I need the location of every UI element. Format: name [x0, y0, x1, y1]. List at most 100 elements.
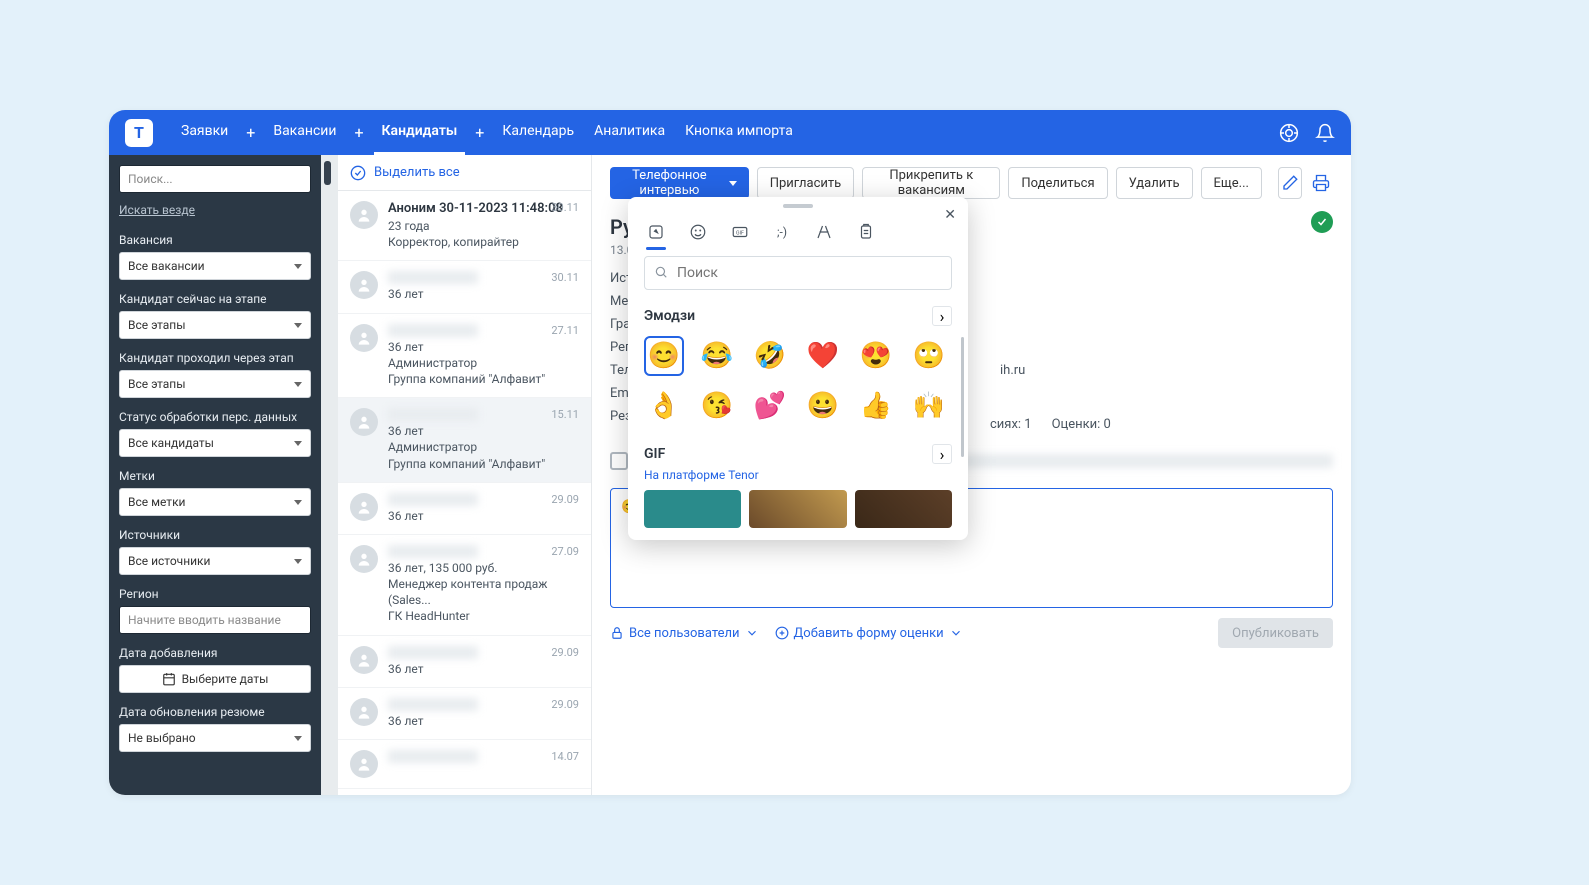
filter-label: Источники	[119, 528, 311, 542]
candidate-item[interactable]: 36 лет, 135 000 руб. Менеджер контента п…	[338, 535, 591, 636]
region-label: Регион	[119, 587, 311, 601]
emoji-item[interactable]: 😊	[644, 336, 684, 376]
expand-gif-icon[interactable]: ›	[932, 444, 952, 464]
emoji-scrollbar[interactable]	[961, 337, 964, 457]
candidate-name: Аноним 30-11-2023 11:48:08	[388, 201, 579, 216]
nav-candidates[interactable]: Кандидаты	[374, 110, 466, 155]
candidate-date: 29.09	[551, 698, 579, 711]
candidate-list-column: Выделить все Аноним 30-11-2023 11:48:08 …	[338, 155, 592, 795]
stage-dropdown[interactable]: Телефонное интервью	[610, 167, 749, 199]
tab-kaomoji-icon[interactable]: ;-)	[772, 222, 792, 242]
filter-label: Метки	[119, 469, 311, 483]
gif-thumbnail[interactable]	[644, 490, 741, 528]
stage-now-filter[interactable]: Все этапы	[119, 311, 311, 339]
drag-handle[interactable]	[783, 204, 813, 208]
emoji-search-input[interactable]	[644, 256, 952, 290]
candidate-item[interactable]: 36 лет Администратор Группа компаний "Ал…	[338, 398, 591, 483]
candidate-date: 30.11	[551, 271, 579, 284]
invite-button[interactable]: Пригласить	[757, 167, 855, 199]
candidate-sub: ГК HeadHunter	[388, 608, 579, 624]
gif-thumbnail[interactable]	[855, 490, 952, 528]
avatar	[350, 545, 378, 573]
emoji-item[interactable]: 💕	[750, 386, 790, 426]
nav-analytics[interactable]: Аналитика	[586, 110, 673, 155]
tenor-link[interactable]: На платформе Tenor	[628, 464, 968, 490]
visibility-button[interactable]: Все пользователи	[610, 626, 759, 641]
candidate-sub: 23 года	[388, 218, 579, 234]
vacancies-count: сиях: 1	[990, 417, 1032, 432]
search-everywhere-link[interactable]: Искать везде	[119, 203, 311, 217]
tab-recent-icon[interactable]	[646, 222, 666, 242]
candidate-sub: Группа компаний "Алфавит"	[388, 371, 579, 387]
candidate-sub: 36 лет, 135 000 руб.	[388, 560, 579, 576]
emoji-item[interactable]: 😍	[856, 336, 896, 376]
emoji-item[interactable]: 🙄	[909, 336, 949, 376]
share-button[interactable]: Поделиться	[1008, 167, 1107, 199]
candidate-detail: Телефонное интервью Пригласить Прикрепит…	[592, 155, 1351, 795]
filter-label: Кандидат сейчас на этапе	[119, 292, 311, 306]
nav-calendar[interactable]: Календарь	[494, 110, 582, 155]
candidate-item[interactable]: Аноним 30-11-2023 11:48:08 23 года Корре…	[338, 191, 591, 261]
delete-button[interactable]: Удалить	[1116, 167, 1193, 199]
date-added-button[interactable]: Выберите даты	[119, 665, 311, 693]
candidate-item[interactable]: 36 лет 29.09	[338, 688, 591, 740]
nav-vacancies[interactable]: Вакансии	[265, 110, 344, 155]
candidate-item[interactable]: 36 лет 29.09	[338, 483, 591, 535]
emoji-item[interactable]: ❤️	[803, 336, 843, 376]
region-input[interactable]	[119, 606, 311, 634]
notification-icon[interactable]	[1315, 123, 1335, 143]
emoji-item[interactable]: 😂	[697, 336, 737, 376]
nav-import[interactable]: Кнопка импорта	[677, 110, 801, 155]
vacancy-filter[interactable]: Все вакансии	[119, 252, 311, 280]
tab-gif-icon[interactable]: GIF	[730, 222, 750, 242]
avatar	[350, 408, 378, 436]
nav-requests[interactable]: Заявки	[173, 110, 236, 155]
close-icon[interactable]: ✕	[944, 207, 956, 223]
candidate-name-blurred	[388, 545, 478, 558]
sidebar-scroll[interactable]	[321, 155, 338, 795]
add-rating-button[interactable]: Добавить форму оценки	[775, 626, 963, 641]
candidate-name-blurred	[388, 493, 478, 506]
search-input[interactable]	[119, 165, 311, 193]
print-icon[interactable]	[1310, 167, 1333, 199]
select-all-button[interactable]: Выделить все	[338, 155, 591, 191]
emoji-item[interactable]: 🙌	[909, 386, 949, 426]
gif-section-title: GIF	[644, 446, 665, 462]
avatar	[350, 493, 378, 521]
date-resume-label: Дата обновления резюме	[119, 705, 311, 719]
attach-button[interactable]: Прикрепить к вакансиям	[862, 167, 1000, 199]
help-icon[interactable]	[1279, 123, 1299, 143]
filter-sidebar: Искать везде Вакансия Все вакансии Канди…	[109, 155, 321, 795]
tab-emoji-icon[interactable]	[688, 222, 708, 242]
status-filter[interactable]: Все кандидаты	[119, 429, 311, 457]
emoji-item[interactable]: 👌	[644, 386, 684, 426]
emoji-item[interactable]: 🤣	[750, 336, 790, 376]
edit-icon[interactable]	[1278, 167, 1302, 199]
task-checkbox[interactable]	[610, 452, 628, 470]
emoji-item[interactable]: 😀	[803, 386, 843, 426]
candidate-item[interactable]: 14.07	[338, 740, 591, 789]
candidate-date: 15.11	[551, 408, 579, 421]
app-logo[interactable]: T	[125, 119, 153, 147]
more-button[interactable]: Еще...	[1201, 167, 1262, 199]
add-candidate-icon[interactable]: +	[469, 123, 490, 142]
stage-passed-filter[interactable]: Все этапы	[119, 370, 311, 398]
candidate-sub: 36 лет	[388, 713, 579, 729]
add-request-icon[interactable]: +	[240, 123, 261, 142]
candidate-name-blurred	[388, 646, 478, 659]
emoji-item[interactable]: 👍	[856, 386, 896, 426]
sources-filter[interactable]: Все источники	[119, 547, 311, 575]
candidate-name-blurred	[388, 408, 478, 421]
filter-label: Вакансия	[119, 233, 311, 247]
candidate-item[interactable]: 36 лет 29.09	[338, 636, 591, 688]
add-vacancy-icon[interactable]: +	[348, 123, 369, 142]
tab-symbols-icon[interactable]	[814, 222, 834, 242]
emoji-item[interactable]: 😘	[697, 386, 737, 426]
candidate-item[interactable]: 36 лет Администратор Группа компаний "Ал…	[338, 314, 591, 399]
gif-thumbnail[interactable]	[749, 490, 846, 528]
tags-filter[interactable]: Все метки	[119, 488, 311, 516]
date-resume-filter[interactable]: Не выбрано	[119, 724, 311, 752]
expand-emoji-icon[interactable]: ›	[932, 306, 952, 326]
candidate-item[interactable]: 36 лет 30.11	[338, 261, 591, 313]
tab-clipboard-icon[interactable]	[856, 222, 876, 242]
